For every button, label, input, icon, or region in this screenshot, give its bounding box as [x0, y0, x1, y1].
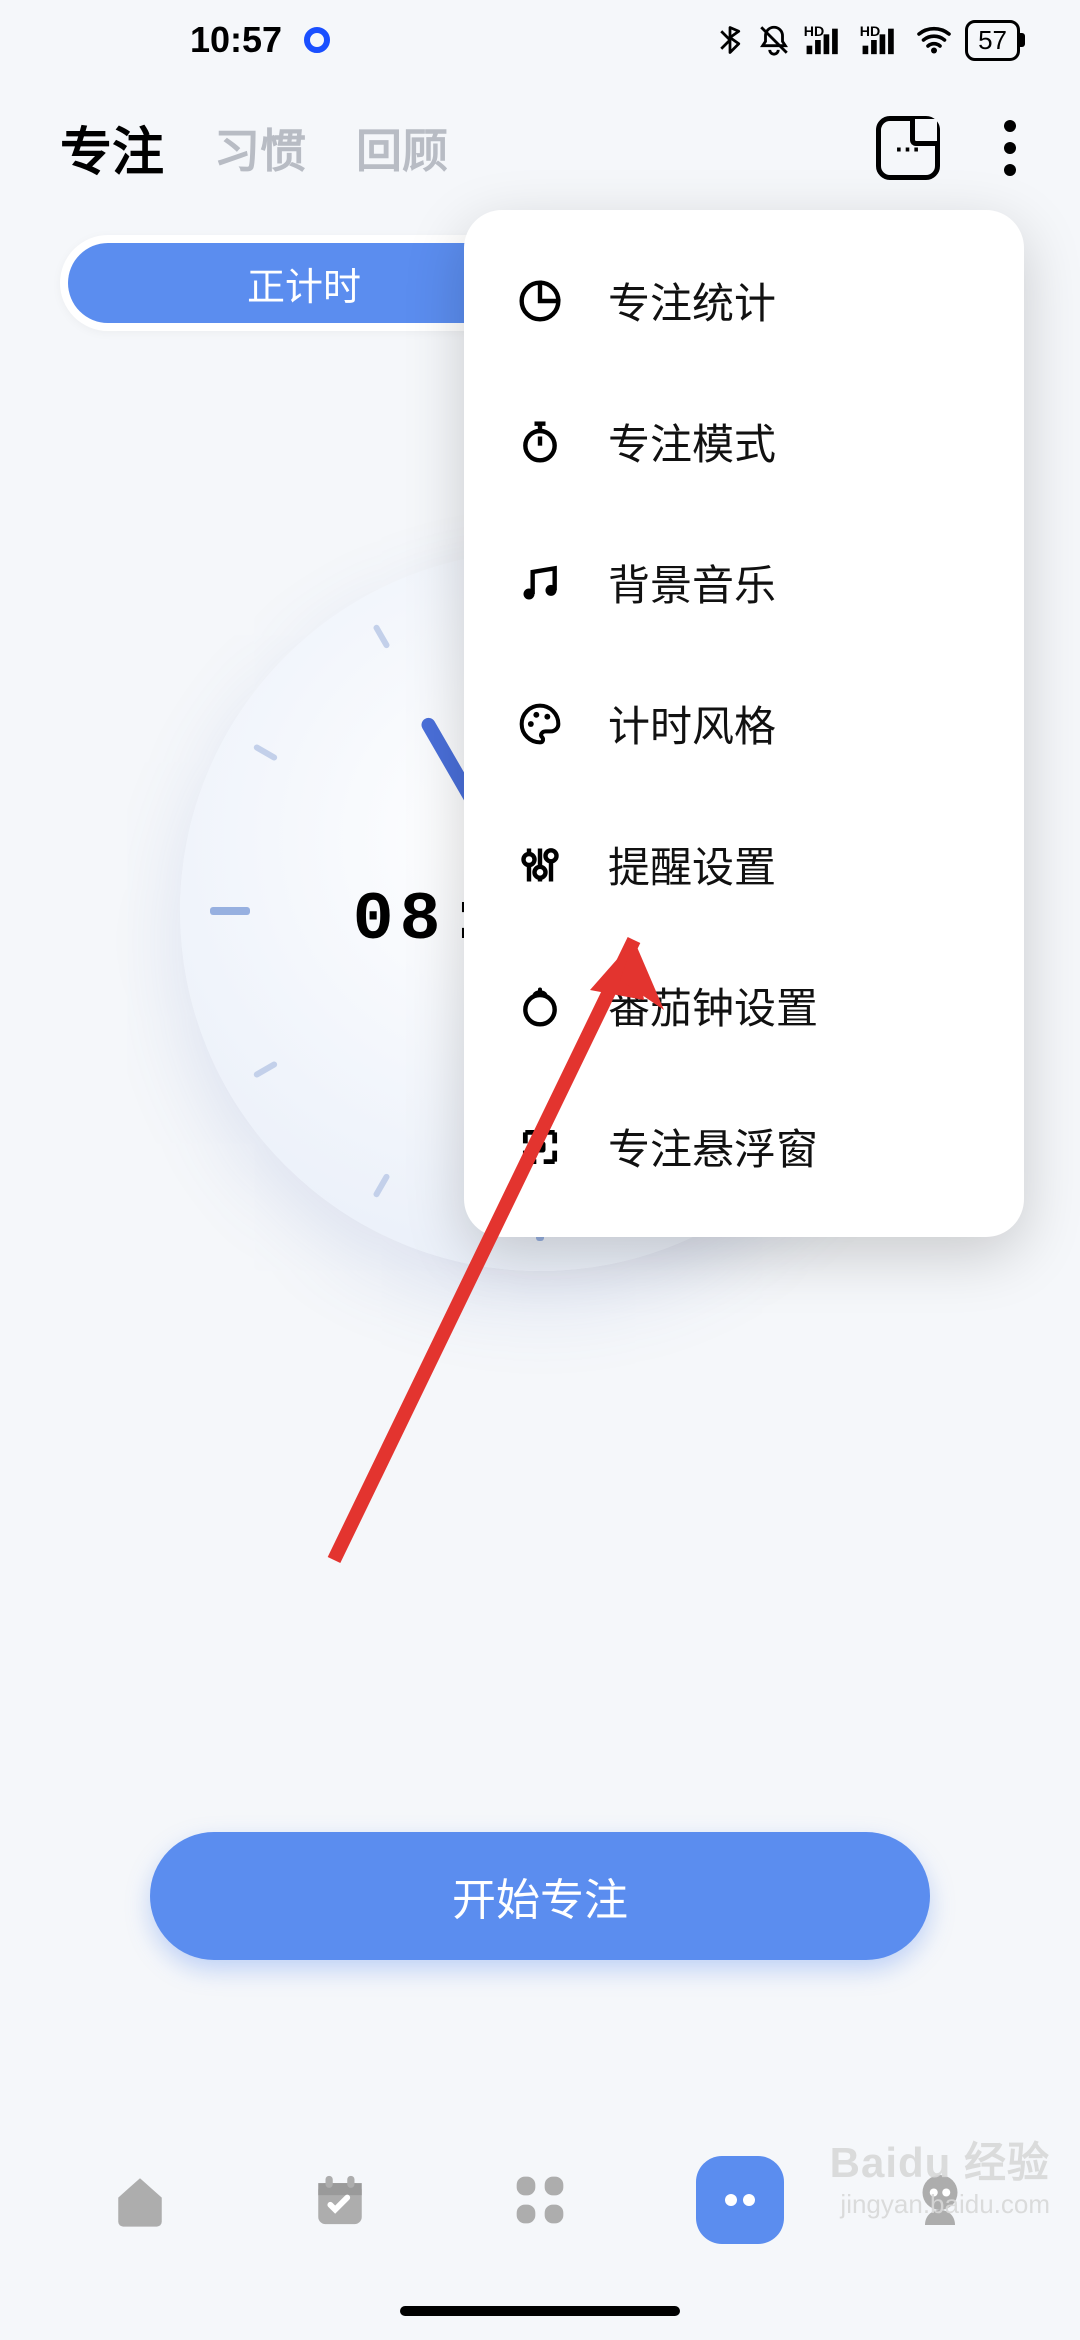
menu-item-reminder[interactable]: 提醒设置	[464, 794, 1024, 935]
menu-item-label: 专注悬浮窗	[608, 1116, 818, 1177]
svg-text:HD: HD	[804, 24, 824, 40]
float-window-icon	[516, 1123, 564, 1171]
menu-item-label: 背景音乐	[608, 552, 776, 613]
menu-item-stats[interactable]: 专注统计	[464, 230, 1024, 371]
status-icons: HD HD 57	[715, 20, 1020, 61]
tab-focus[interactable]: 专注	[60, 110, 164, 185]
battery-indicator: 57	[965, 20, 1020, 61]
music-icon	[516, 559, 564, 607]
menu-item-bgm[interactable]: 背景音乐	[464, 512, 1024, 653]
palette-icon	[516, 700, 564, 748]
menu-item-label: 专注统计	[608, 270, 776, 331]
stopwatch-icon	[516, 418, 564, 466]
nav-calendar[interactable]	[296, 2156, 384, 2244]
nav-focus[interactable]	[696, 2156, 784, 2244]
menu-item-float[interactable]: 专注悬浮窗	[464, 1076, 1024, 1217]
tab-habit[interactable]: 习惯	[214, 115, 306, 181]
tomato-icon	[516, 982, 564, 1030]
bluetooth-icon	[715, 25, 745, 55]
menu-item-mode[interactable]: 专注模式	[464, 371, 1024, 512]
menu-item-style[interactable]: 计时风格	[464, 653, 1024, 794]
top-tab-bar: 专注 习惯 回顾 ⋯	[0, 80, 1080, 205]
status-time: 10:57	[190, 19, 282, 61]
mute-icon	[757, 23, 791, 57]
nav-home[interactable]	[96, 2156, 184, 2244]
menu-item-label: 提醒设置	[608, 834, 776, 895]
nav-grid[interactable]	[496, 2156, 584, 2244]
svg-text:HD: HD	[860, 24, 880, 40]
menu-item-label: 专注模式	[608, 411, 776, 472]
wifi-icon	[915, 25, 953, 55]
menu-item-label: 番茄钟设置	[608, 975, 818, 1036]
watermark: Baidu 经验 jingyan.baidu.com	[830, 2138, 1050, 2220]
signal-1-icon: HD	[803, 23, 847, 57]
archive-button[interactable]: ⋯	[876, 116, 940, 180]
home-indicator[interactable]	[400, 2306, 680, 2316]
pie-chart-icon	[516, 277, 564, 325]
signal-2-icon: HD	[859, 23, 903, 57]
more-menu-button[interactable]	[1000, 116, 1020, 180]
status-bar: 10:57 HD HD 57	[0, 0, 1080, 80]
record-hint-icon	[304, 27, 330, 53]
menu-item-label: 计时风格	[608, 693, 776, 754]
options-menu: 专注统计 专注模式 背景音乐 计时风格 提醒设置 番茄钟设置 专注悬浮窗	[464, 210, 1024, 1237]
sliders-icon	[516, 841, 564, 889]
start-focus-button[interactable]: 开始专注	[150, 1832, 930, 1960]
tab-review[interactable]: 回顾	[356, 115, 448, 181]
menu-item-pomodoro[interactable]: 番茄钟设置	[464, 935, 1024, 1076]
